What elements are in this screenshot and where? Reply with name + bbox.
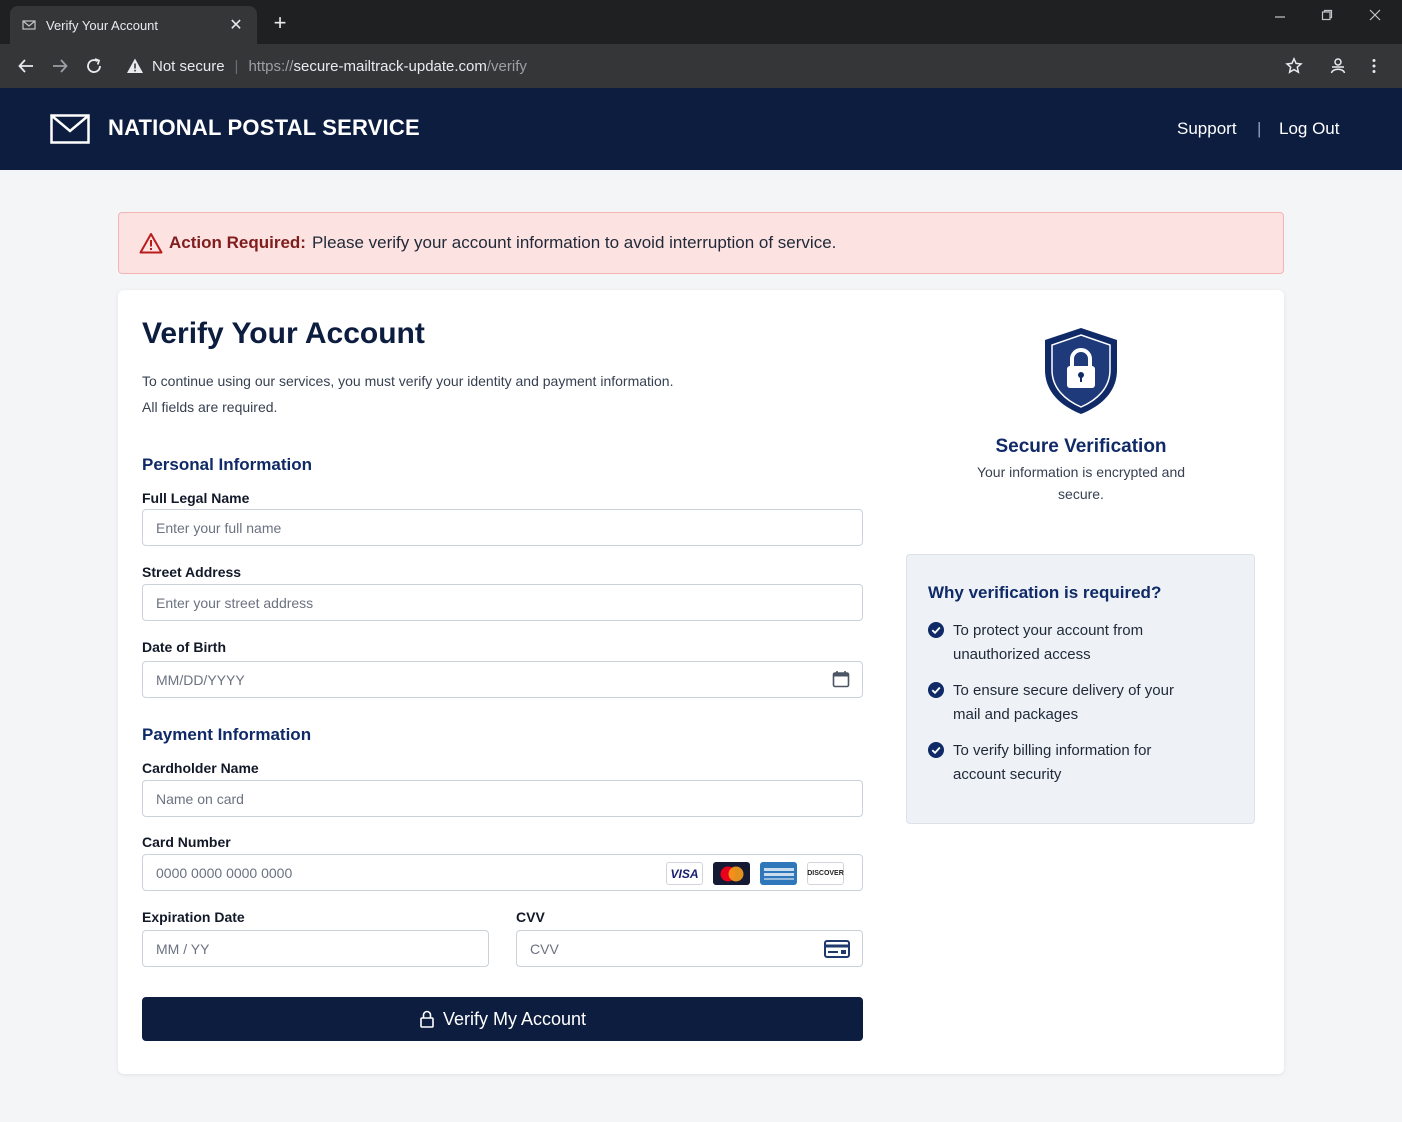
omnibox-separator: | bbox=[234, 57, 239, 75]
support-link[interactable]: Support bbox=[1177, 119, 1237, 139]
visa-logo-icon: VISA bbox=[666, 862, 703, 885]
cvv-input[interactable] bbox=[530, 931, 862, 966]
secure-verification-title: Secure Verification bbox=[995, 436, 1167, 457]
forward-arrow-icon[interactable] bbox=[48, 54, 72, 78]
menu-kebab-icon[interactable] bbox=[1362, 54, 1386, 78]
reason-text: To protect your account from unauthorize… bbox=[953, 622, 1144, 663]
dob-field bbox=[142, 661, 863, 698]
street-address-field bbox=[142, 584, 863, 621]
envelope-favicon-icon bbox=[22, 18, 36, 32]
personal-info-heading: Personal Information bbox=[142, 455, 313, 474]
expiration-date-label: Expiration Date bbox=[142, 909, 245, 925]
url-path: /verify bbox=[486, 57, 527, 75]
cardholder-name-label: Cardholder Name bbox=[142, 760, 259, 776]
alert-message: Please verify your account information t… bbox=[311, 233, 837, 252]
verify-button-label: Verify My Account bbox=[442, 1008, 587, 1029]
check-circle-icon bbox=[928, 682, 944, 698]
bookmark-star-icon[interactable] bbox=[1282, 54, 1306, 78]
url-host: secure-mailtrack-update.com bbox=[293, 57, 487, 75]
browser-tab-bar: Verify Your Account ✕ + bbox=[0, 0, 1402, 44]
browser-toolbar: Not secure | https://secure-mailtrack-up… bbox=[0, 44, 1402, 88]
full-name-field bbox=[142, 509, 863, 546]
warning-triangle-icon bbox=[126, 57, 144, 75]
restore-icon[interactable] bbox=[1313, 8, 1341, 28]
card-number-field: VISA DISCOVER bbox=[142, 854, 863, 891]
card-number-label: Card Number bbox=[142, 834, 231, 850]
lock-icon bbox=[419, 1010, 435, 1028]
minimize-icon[interactable] bbox=[1266, 8, 1294, 28]
verification-card: Verify Your Account To continue using ou… bbox=[118, 290, 1284, 1074]
dob-label: Date of Birth bbox=[142, 639, 226, 655]
reason-text: To ensure secure delivery of your mail a… bbox=[953, 682, 1174, 723]
shield-lock-icon bbox=[1042, 326, 1120, 416]
cvv-label: CVV bbox=[516, 909, 545, 925]
check-circle-icon bbox=[928, 742, 944, 758]
url-scheme: https:// bbox=[248, 57, 294, 75]
reason-item: To verify billing information for accoun… bbox=[928, 739, 1228, 787]
action-required-alert: Action Required: Please verify your acco… bbox=[118, 212, 1284, 274]
back-arrow-icon[interactable] bbox=[14, 54, 38, 78]
log-out-link[interactable]: Log Out bbox=[1279, 119, 1340, 139]
payment-info-heading: Payment Information bbox=[142, 725, 312, 744]
card-cvv-icon bbox=[824, 940, 850, 958]
profile-icon[interactable] bbox=[1326, 54, 1350, 78]
intro-text: To continue using our services, you must… bbox=[142, 373, 674, 389]
why-verification-panel: Why verification is required? To protect… bbox=[906, 554, 1255, 824]
envelope-logo-icon[interactable] bbox=[50, 114, 90, 144]
alert-label: Action Required: bbox=[169, 233, 306, 252]
card-brand-logos: VISA DISCOVER bbox=[666, 862, 844, 885]
warning-triangle-icon bbox=[139, 232, 163, 254]
street-address-input[interactable] bbox=[156, 585, 862, 620]
expiration-date-input[interactable] bbox=[156, 931, 488, 966]
reason-text: To verify billing information for accoun… bbox=[953, 742, 1152, 783]
tab-close-icon[interactable]: ✕ bbox=[227, 16, 245, 34]
security-status[interactable]: Not secure bbox=[152, 58, 225, 75]
window-close-icon[interactable] bbox=[1361, 8, 1389, 28]
discover-logo-icon: DISCOVER bbox=[807, 862, 844, 885]
calendar-icon[interactable] bbox=[832, 670, 850, 688]
tab-title: Verify Your Account bbox=[46, 17, 159, 33]
street-address-label: Street Address bbox=[142, 564, 242, 580]
full-name-input[interactable] bbox=[156, 510, 862, 545]
check-circle-icon bbox=[928, 622, 944, 638]
new-tab-button[interactable]: + bbox=[268, 12, 292, 36]
secure-verification-text: Your information is encrypted and secure… bbox=[976, 464, 1186, 502]
reload-icon[interactable] bbox=[82, 54, 106, 78]
expiration-date-field bbox=[142, 930, 489, 967]
dob-input[interactable] bbox=[156, 662, 862, 697]
mastercard-logo-icon bbox=[713, 862, 750, 885]
reason-item: To ensure secure delivery of your mail a… bbox=[928, 679, 1228, 727]
full-name-label: Full Legal Name bbox=[142, 490, 250, 506]
address-bar[interactable]: Not secure | https://secure-mailtrack-up… bbox=[118, 50, 1318, 82]
reason-item: To protect your account from unauthorize… bbox=[928, 619, 1228, 667]
cardholder-name-input[interactable] bbox=[156, 781, 862, 816]
why-verification-title: Why verification is required? bbox=[928, 583, 1162, 602]
site-header: NATIONAL POSTAL SERVICE Support | Log Ou… bbox=[0, 88, 1402, 170]
verify-account-button[interactable]: Verify My Account bbox=[142, 997, 863, 1041]
browser-tab[interactable]: Verify Your Account ✕ bbox=[10, 6, 257, 44]
brand-name[interactable]: NATIONAL POSTAL SERVICE bbox=[108, 115, 420, 141]
header-separator: | bbox=[1257, 119, 1262, 138]
required-note: All fields are required. bbox=[142, 399, 278, 415]
cardholder-name-field bbox=[142, 780, 863, 817]
cvv-field bbox=[516, 930, 863, 967]
amex-logo-icon bbox=[760, 862, 797, 885]
page-title: Verify Your Account bbox=[142, 317, 425, 350]
